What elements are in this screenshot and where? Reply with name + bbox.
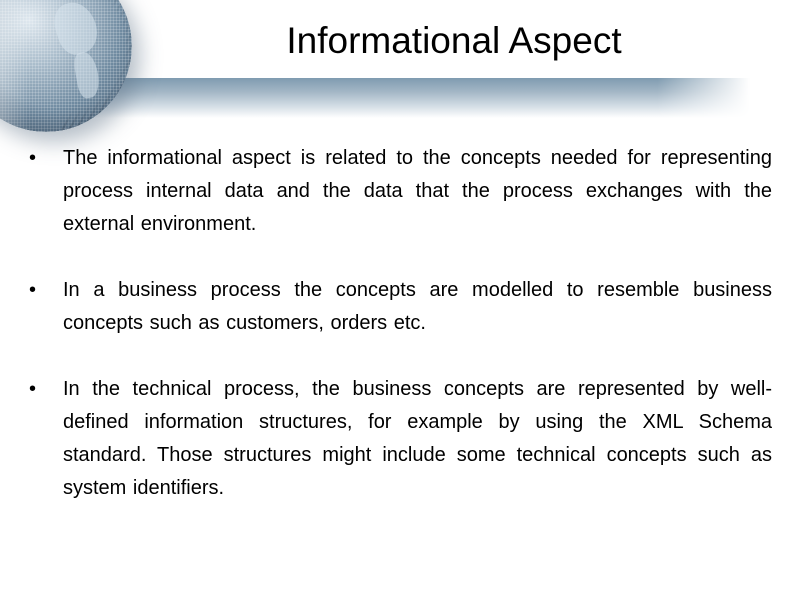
bullet-item: • In the technical process, the business… (28, 373, 772, 505)
bullet-marker: • (29, 279, 37, 301)
header-decorative-bar (90, 78, 750, 118)
globe-icon (0, 0, 132, 132)
bullet-marker: • (29, 147, 37, 169)
bullet-item: • In a business process the concepts are… (28, 274, 772, 340)
bullet-text: The informational aspect is related to t… (63, 147, 772, 235)
globe-highlight (0, 0, 132, 132)
bullet-text: In a business process the concepts are m… (63, 279, 772, 334)
bullet-list: • The informational aspect is related to… (28, 142, 772, 538)
slide-title: Informational Aspect (286, 20, 622, 61)
bullet-text: In the technical process, the business c… (63, 378, 772, 499)
bullet-marker: • (29, 378, 37, 400)
bullet-item: • The informational aspect is related to… (28, 142, 772, 241)
